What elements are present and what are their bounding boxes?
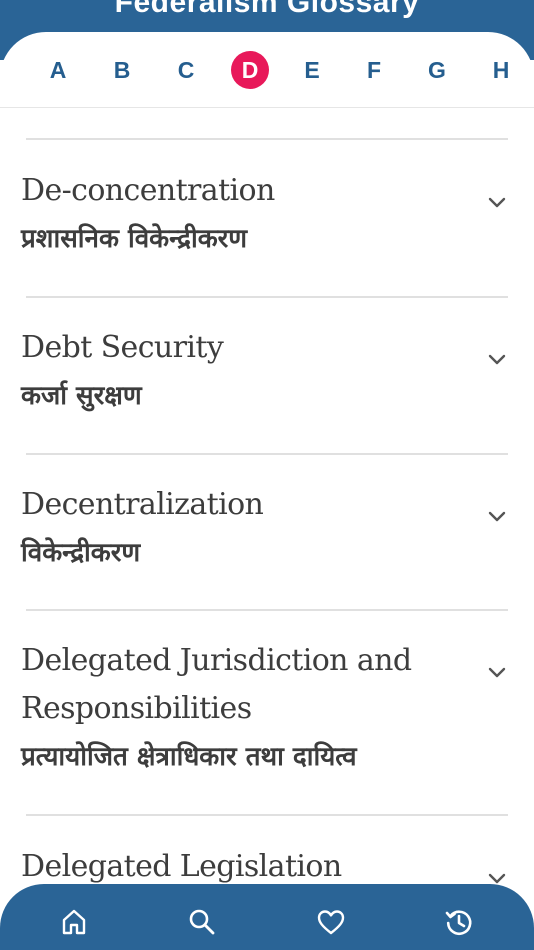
glossary-entry-debt-security[interactable]: Debt Security कर्जा सुरक्षण [0,298,534,453]
chevron-down-icon[interactable] [486,871,508,885]
home-icon[interactable] [59,907,89,937]
letter-e[interactable]: E [293,51,331,89]
entry-term-np: प्रशासनिक विकेन्द्रीकरण [21,224,248,254]
entry-term-np: प्रत्यायोजित क्षेत्राधिकार तथा दायित्व [21,742,357,772]
entry-term-en-line2: Responsibilities [21,691,252,726]
alphabet-bar: A B C D E F G H [0,32,534,108]
letter-f[interactable]: F [355,51,393,89]
entry-term-np: विकेन्द्रीकरण [21,538,141,568]
history-icon[interactable] [444,907,474,937]
glossary-entry-decentralization[interactable]: Decentralization विकेन्द्रीकरण [0,455,534,609]
chevron-down-icon[interactable] [486,665,508,679]
letter-g[interactable]: G [418,51,456,89]
search-icon[interactable] [187,907,217,937]
entry-term-en-line1: Delegated Jurisdiction and [21,643,412,678]
app-title: Federalism Glossary [114,0,420,19]
bottom-nav [0,884,534,950]
entry-term-en: De-concentration [21,173,275,208]
letter-d-selected[interactable]: D [231,51,269,89]
glossary-entry-deconcentration[interactable]: De-concentration प्रशासनिक विकेन्द्रीकरण [0,140,534,296]
letter-c[interactable]: C [167,51,205,89]
entry-term-en: Debt Security [21,330,224,365]
glossary-list[interactable]: De-concentration प्रशासनिक विकेन्द्रीकरण… [0,108,534,950]
letter-a[interactable]: A [39,51,77,89]
entry-term-np: कर्जा सुरक्षण [21,381,142,411]
letter-h[interactable]: H [482,51,520,89]
entry-term-en: Decentralization [21,487,264,522]
heart-icon[interactable] [316,907,346,937]
chevron-down-icon[interactable] [486,352,508,366]
chevron-down-icon[interactable] [486,509,508,523]
glossary-entry-delegated-jurisdiction[interactable]: Delegated Jurisdiction and Responsibilit… [0,611,534,814]
chevron-down-icon[interactable] [486,195,508,209]
letter-b[interactable]: B [103,51,141,89]
